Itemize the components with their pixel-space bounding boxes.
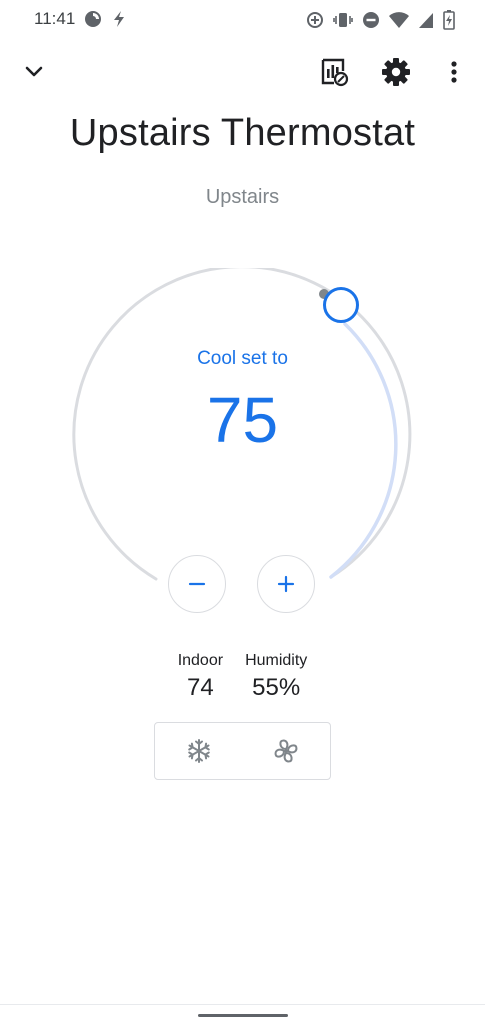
battery-icon bbox=[443, 10, 455, 30]
status-left-icons bbox=[84, 10, 126, 28]
data-saver-icon bbox=[84, 10, 102, 28]
minus-icon bbox=[187, 574, 207, 594]
dial-setpoint-value: 75 bbox=[206, 384, 279, 456]
status-bar: 11:41 bbox=[0, 0, 485, 40]
snowflake-icon bbox=[185, 737, 213, 765]
add-circle-icon bbox=[306, 11, 324, 29]
climate-stats: Indoor 74 Humidity 55% bbox=[0, 652, 485, 702]
vibrate-icon bbox=[333, 11, 353, 29]
settings-button[interactable] bbox=[380, 56, 412, 88]
more-options-button[interactable] bbox=[440, 56, 468, 88]
plus-icon bbox=[276, 574, 296, 594]
collapse-button[interactable] bbox=[20, 58, 48, 86]
gear-icon bbox=[380, 56, 412, 88]
indoor-label: Indoor bbox=[177, 652, 224, 669]
energy-history-icon bbox=[318, 56, 350, 88]
status-time: 11:41 bbox=[34, 9, 76, 28]
dial-setpoint-handle[interactable] bbox=[323, 287, 359, 323]
do-not-disturb-icon bbox=[362, 11, 380, 29]
flash-icon bbox=[112, 10, 126, 28]
more-vert-icon bbox=[440, 56, 468, 88]
indoor-value: 74 bbox=[187, 674, 214, 701]
humidity-label: Humidity bbox=[245, 652, 308, 669]
indoor-stat: Indoor 74 bbox=[178, 652, 223, 702]
energy-history-button[interactable] bbox=[318, 56, 350, 88]
room-label: Upstairs bbox=[205, 186, 280, 208]
fan-mode-button[interactable] bbox=[266, 731, 306, 771]
cool-mode-button[interactable] bbox=[179, 731, 219, 771]
chevron-down-icon bbox=[20, 58, 48, 86]
top-app-bar bbox=[0, 48, 485, 96]
bottom-divider bbox=[0, 1004, 485, 1005]
humidity-value: 55% bbox=[252, 674, 301, 701]
humidity-stat: Humidity 55% bbox=[245, 652, 307, 702]
mode-selector bbox=[154, 722, 331, 780]
increase-temperature-button[interactable] bbox=[257, 555, 315, 613]
gesture-nav-handle[interactable] bbox=[198, 1014, 288, 1017]
fan-icon bbox=[272, 737, 300, 765]
decrease-temperature-button[interactable] bbox=[168, 555, 226, 613]
wifi-icon bbox=[389, 11, 409, 29]
device-title: Upstairs Thermostat bbox=[69, 112, 416, 154]
status-right-icons bbox=[306, 10, 455, 30]
signal-icon bbox=[418, 11, 434, 29]
dial-mode-label: Cool set to bbox=[197, 348, 288, 369]
